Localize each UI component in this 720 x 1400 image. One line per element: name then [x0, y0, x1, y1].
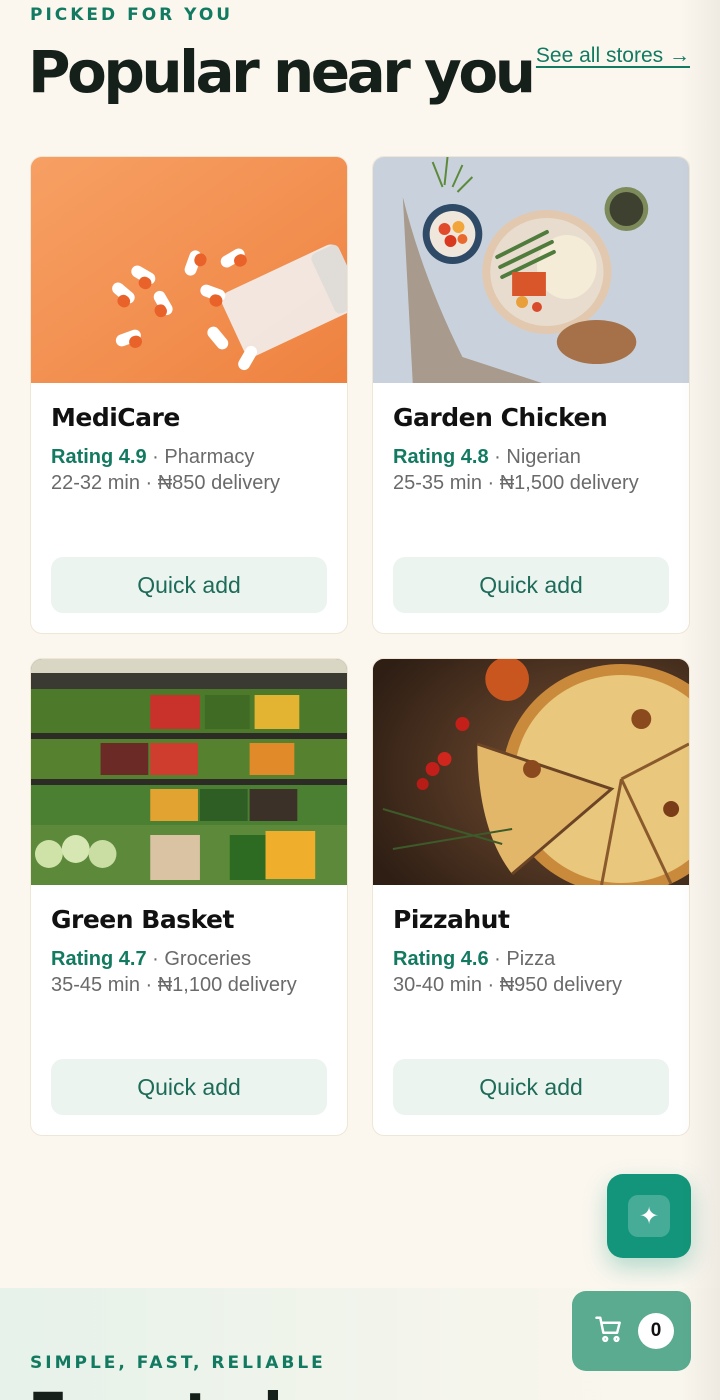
store-meta-rating: Rating 4.8 · Nigerian — [393, 446, 669, 469]
store-name: Pizzahut — [393, 905, 510, 934]
store-name: Green Basket — [51, 905, 234, 934]
store-name: MediCare — [51, 403, 180, 432]
store-card[interactable]: Garden Chicken Rating 4.8 · Nigerian 25-… — [372, 156, 690, 634]
store-meta-delivery: 35-45 min · ₦1,100 delivery — [51, 974, 327, 997]
store-time: 30-40 min — [393, 974, 482, 996]
store-card[interactable]: Green Basket Rating 4.7 · Groceries 35-4… — [30, 658, 348, 1136]
see-all-stores-link[interactable]: See all stores → — [536, 44, 690, 68]
store-rating: Rating 4.8 — [393, 446, 489, 468]
store-delivery-fee: ₦1,100 delivery — [157, 974, 297, 996]
store-image-nigerian-food — [373, 157, 689, 383]
store-grid: MediCare Rating 4.9 · Pharmacy 22-32 min… — [30, 156, 690, 1136]
store-category: Pharmacy — [164, 446, 255, 468]
store-meta-delivery: 22-32 min · ₦850 delivery — [51, 472, 327, 495]
store-meta-rating: Rating 4.9 · Pharmacy — [51, 446, 327, 469]
store-delivery-fee: ₦1,500 delivery — [499, 472, 639, 494]
assistant-fab-button[interactable]: ✦ — [607, 1174, 691, 1258]
store-meta-delivery: 25-35 min · ₦1,500 delivery — [393, 472, 669, 495]
store-rating: Rating 4.9 — [51, 446, 147, 468]
quick-add-button[interactable]: Quick add — [393, 557, 669, 613]
separator: · — [145, 472, 153, 494]
separator: · — [145, 974, 153, 996]
store-rating: Rating 4.6 — [393, 948, 489, 970]
store-meta-delivery: 30-40 min · ₦950 delivery — [393, 974, 669, 997]
quick-add-button[interactable]: Quick add — [393, 1059, 669, 1115]
store-card[interactable]: MediCare Rating 4.9 · Pharmacy 22-32 min… — [30, 156, 348, 634]
store-category: Groceries — [164, 948, 252, 970]
cart-count-badge: 0 — [638, 1313, 674, 1349]
store-category: Nigerian — [506, 446, 581, 468]
sparkle-icon: ✦ — [628, 1195, 670, 1237]
separator: · — [152, 446, 159, 468]
section-eyebrow: PICKED FOR YOU — [30, 5, 234, 25]
quick-add-button[interactable]: Quick add — [51, 557, 327, 613]
store-rating: Rating 4.7 — [51, 948, 147, 970]
store-image-groceries — [31, 659, 347, 885]
store-delivery-fee: ₦950 delivery — [499, 974, 623, 996]
store-image-pharmacy — [31, 157, 347, 383]
page-title: Popular near you — [28, 38, 536, 106]
section-title: Easy to buy — [28, 1380, 378, 1400]
quick-add-button[interactable]: Quick add — [51, 1059, 327, 1115]
separator: · — [487, 472, 495, 494]
store-meta-rating: Rating 4.7 · Groceries — [51, 948, 327, 971]
store-time: 35-45 min — [51, 974, 140, 996]
separator: · — [152, 948, 159, 970]
store-image-pizza — [373, 659, 689, 885]
store-time: 22-32 min — [51, 472, 140, 494]
cart-button[interactable]: 0 — [572, 1291, 691, 1371]
store-time: 25-35 min — [393, 472, 482, 494]
store-card[interactable]: Pizzahut Rating 4.6 · Pizza 30-40 min · … — [372, 658, 690, 1136]
section-eyebrow: SIMPLE, FAST, RELIABLE — [30, 1353, 326, 1373]
cart-icon — [594, 1314, 624, 1349]
popular-section: PICKED FOR YOU Popular near you See all … — [0, 0, 720, 1288]
store-category: Pizza — [506, 948, 556, 970]
store-meta-rating: Rating 4.6 · Pizza — [393, 948, 669, 971]
store-delivery-fee: ₦850 delivery — [157, 472, 281, 494]
separator: · — [494, 948, 501, 970]
separator: · — [487, 974, 495, 996]
separator: · — [494, 446, 501, 468]
store-name: Garden Chicken — [393, 403, 608, 432]
